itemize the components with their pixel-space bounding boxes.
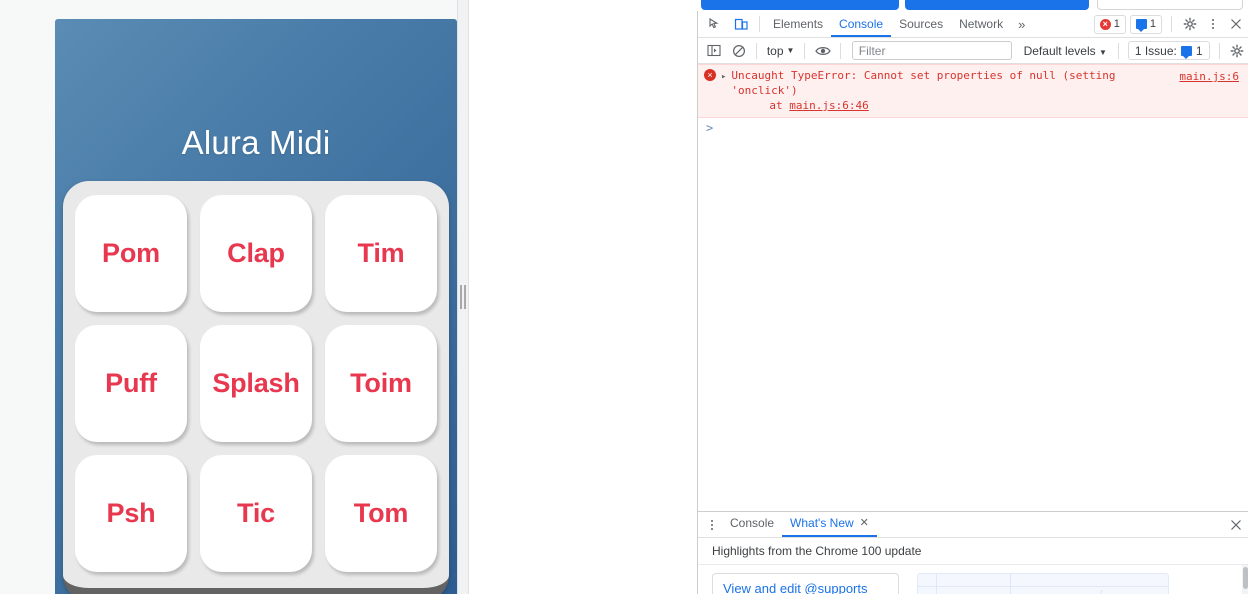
filterbar-divider xyxy=(755,42,757,59)
message-count: 1 xyxy=(1149,18,1156,30)
error-text-block: Uncaught TypeError: Cannot set propertie… xyxy=(731,68,1241,113)
devtools-tabbar: Elements Console Sources Network » × 1 1 xyxy=(698,11,1248,38)
prompt-caret-icon: > xyxy=(706,121,714,135)
filterbar-divider-4 xyxy=(1117,42,1119,59)
live-expression-icon[interactable] xyxy=(810,39,834,63)
chevron-down-icon: ▼ xyxy=(786,46,795,55)
drawer-tab-close-icon[interactable]: ✕ xyxy=(860,511,869,536)
whats-new-heading-text: Highlights from the Chrome 100 update xyxy=(712,544,922,558)
chevron-down-icon-levels: ▼ xyxy=(1098,47,1107,57)
message-bubble-icon xyxy=(1135,19,1147,32)
toolbar-divider-2 xyxy=(1171,16,1172,32)
stack-prefix: at xyxy=(769,99,783,112)
page-outline-button[interactable] xyxy=(1097,0,1243,10)
pad-button-tom[interactable]: Tom xyxy=(325,455,437,572)
page-top-strip xyxy=(697,0,1248,11)
pad-button-psh[interactable]: Psh xyxy=(75,455,187,572)
screen: Alura Midi Pom Clap Tim Puff Splash Toim… xyxy=(0,0,1248,594)
console-filter-toolbar: top ▼ Default levels ▼ xyxy=(698,38,1248,64)
console-prompt[interactable]: > xyxy=(698,118,1248,138)
error-icon: × xyxy=(704,69,716,81)
console-error-message[interactable]: × ▸ Uncaught TypeError: Cannot set prope… xyxy=(698,64,1248,118)
tab-sources[interactable]: Sources xyxy=(891,11,951,37)
drawer-kebab-menu-icon[interactable] xyxy=(702,515,722,535)
console-messages: × ▸ Uncaught TypeError: Cannot set prope… xyxy=(698,64,1248,511)
issue-bubble-icon xyxy=(1180,45,1192,59)
devtools-resize-handle[interactable] xyxy=(457,0,469,594)
filterbar-divider-5 xyxy=(1218,42,1220,59)
gear-icon[interactable] xyxy=(1177,12,1203,36)
log-levels-select[interactable]: Default levels ▼ xyxy=(1018,44,1113,58)
close-icon[interactable] xyxy=(1223,12,1248,36)
error-circle-icon: × xyxy=(1099,18,1111,30)
page-viewport: Alura Midi Pom Clap Tim Puff Splash Toim… xyxy=(0,0,465,594)
devtools-body: Elements Console Sources Network » × 1 1 xyxy=(698,11,1248,594)
console-settings-gear-icon[interactable] xyxy=(1225,39,1248,63)
whats-new-scrollbar[interactable] xyxy=(1242,565,1248,594)
devtools-drawer: Console What's New ✕ Highlights from the xyxy=(698,511,1248,594)
message-count-badge[interactable]: 1 xyxy=(1129,14,1162,34)
whats-new-scrollbar-thumb[interactable] xyxy=(1243,567,1248,589)
sound-pad-grid: Pom Clap Tim Puff Splash Toim Psh Tic To… xyxy=(75,195,437,572)
issues-badge[interactable]: 1 Issue: 1 xyxy=(1127,41,1210,60)
sound-pad-panel: Pom Clap Tim Puff Splash Toim Psh Tic To… xyxy=(63,181,449,594)
whats-new-preview-image xyxy=(917,573,1169,594)
toolbar-divider xyxy=(759,16,760,32)
drawer-tab-console-label: Console xyxy=(730,516,775,530)
execution-context-select[interactable]: top ▼ xyxy=(762,41,800,60)
drawer-tab-whats-new-label: What's New xyxy=(790,516,854,530)
expand-caret-icon[interactable]: ▸ xyxy=(721,70,726,85)
filter-input[interactable] xyxy=(851,41,1012,60)
error-source-link[interactable]: main.js:6 xyxy=(1179,69,1239,84)
tab-console[interactable]: Console xyxy=(831,11,892,37)
filterbar-divider-3 xyxy=(839,42,841,59)
devtools-panel: Elements Console Sources Network » × 1 1 xyxy=(697,0,1248,594)
whats-new-card-link[interactable]: View and edit @supports xyxy=(723,581,868,594)
pad-button-clap[interactable]: Clap xyxy=(200,195,312,312)
error-message-text: Uncaught TypeError: Cannot set propertie… xyxy=(731,69,1116,97)
error-count-badge[interactable]: × 1 xyxy=(1093,14,1126,34)
pad-button-splash[interactable]: Splash xyxy=(200,325,312,442)
more-tabs-chevron-icon[interactable]: » xyxy=(1011,17,1032,32)
pad-button-tim[interactable]: Tim xyxy=(325,195,437,312)
drawer-tab-console[interactable]: Console xyxy=(722,512,782,537)
log-levels-value: Default levels xyxy=(1023,43,1096,58)
pad-button-tic[interactable]: Tic xyxy=(200,455,312,572)
whats-new-heading: Highlights from the Chrome 100 update xyxy=(698,538,1248,565)
issues-count: 1 xyxy=(1195,43,1203,58)
error-stack-line: at main.js:6:46 xyxy=(731,98,1141,113)
drawer-tabbar: Console What's New ✕ xyxy=(698,512,1248,538)
drawer-close-icon[interactable] xyxy=(1223,513,1248,537)
filterbar-divider-2 xyxy=(804,42,806,59)
kebab-menu-icon[interactable] xyxy=(1203,14,1223,34)
whats-new-card[interactable]: View and edit @supports xyxy=(712,573,899,594)
tab-network[interactable]: Network xyxy=(951,11,1011,37)
page-blue-button-1[interactable] xyxy=(701,0,899,10)
console-sidebar-icon[interactable] xyxy=(702,39,726,63)
page-title: Alura Midi xyxy=(181,124,331,161)
pad-button-puff[interactable]: Puff xyxy=(75,325,187,442)
stack-source-link[interactable]: main.js:6:46 xyxy=(789,99,868,112)
drag-handle-icon xyxy=(460,285,466,309)
pad-button-pom[interactable]: Pom xyxy=(75,195,187,312)
pad-button-toim[interactable]: Toim xyxy=(325,325,437,442)
error-count: 1 xyxy=(1113,18,1120,30)
inspect-cursor-icon[interactable] xyxy=(702,12,728,36)
execution-context-value: top xyxy=(766,43,784,58)
clear-console-icon[interactable] xyxy=(726,39,750,63)
alura-midi-app: Alura Midi Pom Clap Tim Puff Splash Toim… xyxy=(55,19,457,594)
drawer-tab-whats-new[interactable]: What's New ✕ xyxy=(782,512,877,537)
tab-elements[interactable]: Elements xyxy=(765,11,831,37)
device-toolbar-icon[interactable] xyxy=(728,12,754,36)
page-blue-button-2[interactable] xyxy=(905,0,1089,10)
issues-label: 1 Issue: xyxy=(1134,43,1177,58)
whats-new-content: View and edit @supports xyxy=(698,565,1248,594)
